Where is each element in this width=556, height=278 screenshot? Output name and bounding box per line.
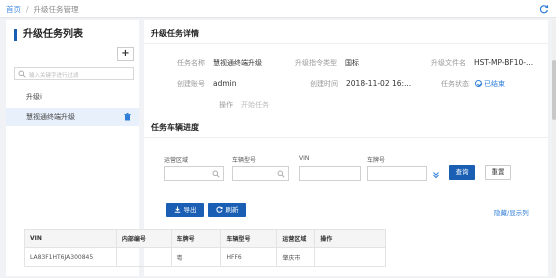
task-filter-placeholder: 输入关键字进行过滤: [29, 72, 79, 79]
refresh-icon[interactable]: [539, 4, 549, 14]
column-header-internal-no[interactable]: 内部编号: [116, 229, 172, 248]
filter-vin-label: VIN: [299, 155, 310, 162]
filter-region-select[interactable]: [164, 166, 224, 181]
status-badge: 已结束: [484, 80, 505, 88]
chevron-double-down-icon[interactable]: [432, 171, 440, 179]
cell-internal-no: [116, 247, 172, 267]
check-circle-icon: [475, 80, 482, 87]
filter-plate-label: 车牌号: [367, 157, 386, 164]
search-icon: [277, 170, 285, 178]
search-icon: [18, 70, 26, 78]
task-list-item-label: 升级i: [26, 93, 42, 101]
field-task-status: 任务状态 已结束: [441, 80, 505, 88]
column-header-plate[interactable]: 车牌号: [171, 229, 222, 248]
download-icon: [174, 206, 180, 213]
cell-plate: 粤: [171, 247, 222, 267]
column-header-action: 操作: [314, 229, 386, 248]
field-created-at: 创建时间 2018-11-02 16:...: [310, 79, 412, 88]
top-bar: 首页 / 升级任务管理: [0, 0, 556, 18]
vehicle-table: VIN 内部编号 车牌号 车辆型号 运营区域 操作 LA83F1HT6JA300…: [24, 229, 386, 267]
reset-button[interactable]: 重置: [485, 165, 511, 180]
filter-region-label: 运营区域: [164, 157, 189, 164]
breadcrumb-current: 升级任务管理: [33, 5, 79, 14]
start-task-link[interactable]: 开始任务: [241, 101, 269, 109]
divider: [144, 43, 548, 44]
cell-vin: LA83F1HT6JA300845: [24, 247, 117, 267]
column-header-region[interactable]: 运营区域: [276, 229, 316, 248]
refresh-icon: [215, 206, 223, 213]
cell-model: HFF6: [220, 247, 278, 267]
breadcrumb-home-link[interactable]: 首页: [6, 5, 21, 14]
search-icon: [212, 170, 220, 178]
breadcrumb-separator: /: [26, 5, 29, 14]
vehicle-progress-title: 任务车辆进度: [151, 123, 199, 132]
field-operation: 操作 开始任务: [219, 101, 269, 109]
add-task-button[interactable]: +: [117, 47, 134, 61]
table-header-row: VIN 内部编号 车牌号 车辆型号 运营区域 操作: [24, 229, 386, 248]
filter-vin-input[interactable]: [299, 166, 361, 181]
field-task-name: 任务名称 慧视通终端升级: [177, 59, 262, 67]
table-row: LA83F1HT6JA300845 粤 HFF6 肇庆市: [24, 247, 386, 267]
export-button[interactable]: 导出: [166, 203, 204, 217]
column-header-vin[interactable]: VIN: [24, 229, 117, 248]
field-command-type: 升级指令类型 国标: [295, 59, 359, 67]
filter-plate-input[interactable]: [367, 166, 427, 181]
filter-model-label: 车辆型号: [232, 157, 257, 164]
refresh-button[interactable]: 刷新: [208, 203, 246, 217]
task-filter-input[interactable]: 输入关键字进行过滤: [14, 67, 134, 80]
cell-region: 肇庆市: [276, 247, 316, 267]
divider: [144, 137, 548, 138]
cell-action[interactable]: [314, 247, 386, 267]
export-label: 导出: [183, 206, 197, 214]
field-file-name: 升级文件名 HST-MP-BF10-...: [431, 58, 534, 67]
scrollbar[interactable]: [552, 20, 556, 276]
refresh-label: 刷新: [225, 206, 239, 214]
task-list-item-selected[interactable]: 慧视通终端升级: [6, 108, 139, 126]
column-header-model[interactable]: 车辆型号: [220, 229, 278, 248]
scrollbar-thumb[interactable]: [552, 60, 556, 120]
filter-model-select[interactable]: [232, 166, 289, 181]
field-creator: 创建账号 admin: [177, 79, 237, 88]
breadcrumb: 首页 / 升级任务管理: [6, 4, 79, 15]
task-list-item-label: 慧视通终端升级: [26, 113, 75, 121]
search-button[interactable]: 查询: [449, 165, 475, 180]
task-list-title: 升级任务列表: [14, 29, 83, 41]
task-list-item[interactable]: 升级i: [6, 88, 139, 106]
task-detail-title: 升级任务详情: [151, 29, 199, 38]
toggle-columns-link[interactable]: 隐藏/显示列: [494, 207, 529, 217]
trash-icon[interactable]: [124, 113, 131, 121]
